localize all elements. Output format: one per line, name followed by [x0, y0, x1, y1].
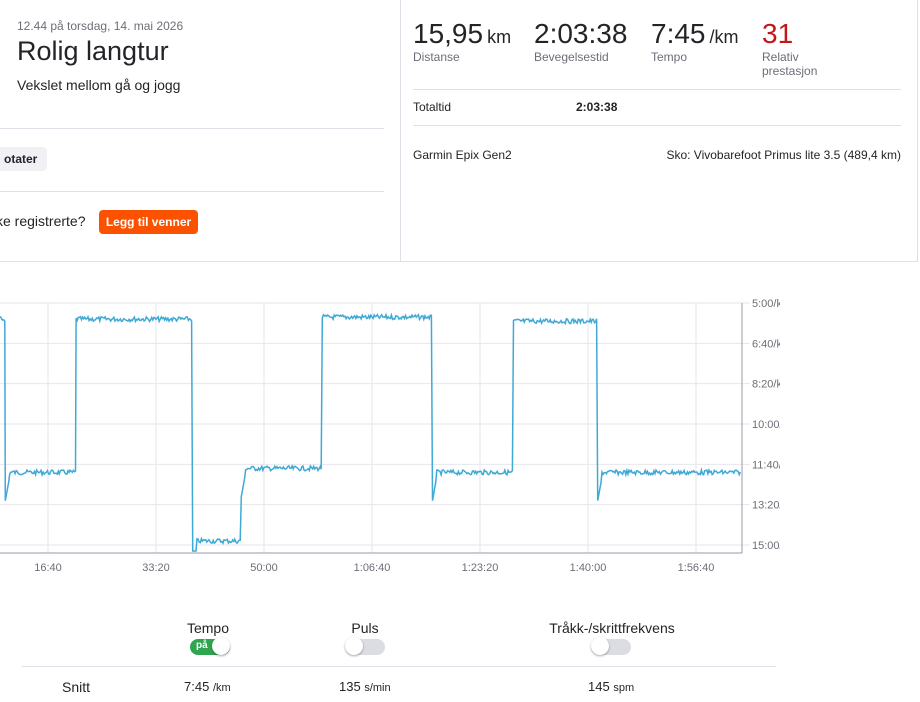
summary-divider [400, 0, 401, 262]
avg-pace-unit: /km [212, 682, 231, 694]
toggle-label-pace: Tempo [186, 620, 230, 636]
toggle-knob [212, 637, 230, 655]
avg-cadence-value: 145 [588, 679, 610, 694]
avg-pace: 7:45 /km [184, 679, 231, 694]
x-tick-label: 33:20 [142, 562, 170, 574]
toggle-label-hr: Puls [351, 620, 379, 636]
stat-unit: km [487, 27, 512, 47]
x-tick-label: 1:06:40 [354, 562, 391, 574]
y-tick-label: 8:20/km [752, 379, 780, 391]
activity-date: 12.44 på torsdag, 14. mai 2026 [17, 19, 184, 33]
y-tick-label: 11:40/km [752, 459, 780, 471]
x-axis-labels: 16:40 33:20 50:00 1:06:40 1:23:20 1:40:00 1:56… [34, 562, 714, 574]
pace-toggle[interactable]: på [190, 637, 230, 655]
y-tick-label: 13:20/km [752, 500, 780, 512]
total-time-value: 2:03:38 [576, 100, 618, 114]
avg-cadence-unit: spm [613, 682, 635, 694]
x-tick-label: 16:40 [34, 562, 62, 574]
stat-unit: /km [709, 27, 739, 47]
stat-value: 15,95 [413, 18, 484, 49]
avg-heart-rate: 135 s/min [339, 679, 391, 694]
y-tick-label: 5:00/km [752, 298, 780, 310]
divider [0, 191, 384, 192]
avg-hr-unit: s/min [364, 682, 391, 694]
y-tick-label: 10:00/km [752, 419, 780, 431]
x-tick-label: 50:00 [250, 562, 278, 574]
pace-chart[interactable]: 5:00/km 6:40/km 8:20/km 10:00/km 11:40/km 13:… [0, 290, 780, 580]
tag-chip[interactable]: otater [0, 147, 48, 171]
device-name: Garmin Epix Gen2 [413, 148, 512, 162]
toggle-label-cadence: Tråkk-/skrittfrekvens [549, 620, 675, 636]
stat-value: 31 [762, 18, 794, 49]
total-time-label: Totaltid [413, 100, 452, 114]
x-tick-label: 1:40:00 [570, 562, 607, 574]
stat-value: 7:45 [651, 18, 706, 49]
avg-pace-value: 7:45 [184, 679, 210, 694]
divider [22, 666, 776, 667]
stat-relative-effort[interactable]: 31 Relativ prestasjon [762, 18, 842, 78]
stat-moving-time: 2:03:38 Bevegelsestid [534, 18, 627, 64]
stat-pace: 7:45/km Tempo [651, 18, 739, 64]
divider [413, 125, 901, 126]
heart-rate-toggle[interactable] [345, 637, 385, 655]
pace-series-line [0, 312, 741, 552]
averages-label: Snitt [62, 679, 91, 695]
stat-label: Tempo [651, 50, 688, 64]
y-axis-labels: 5:00/km 6:40/km 8:20/km 10:00/km 11:40/km 13:… [752, 298, 780, 552]
toggle-knob [345, 637, 363, 655]
avg-cadence: 145 spm [588, 679, 634, 694]
toggle-knob [591, 637, 609, 655]
stat-value: 2:03:38 [534, 18, 628, 49]
stat-label: Relativ prestasjon [762, 50, 818, 78]
stat-distance: 15,95 km Distanse [413, 18, 511, 64]
y-tick-label: 15:00/km [752, 540, 780, 552]
avg-hr-value: 135 [339, 679, 361, 694]
divider [413, 89, 901, 90]
stat-label: Bevegelsestid [534, 50, 609, 64]
add-friends-button[interactable]: Legg til venner [99, 210, 198, 234]
x-tick-label: 1:23:20 [462, 562, 499, 574]
cadence-toggle[interactable] [591, 637, 631, 655]
divider [0, 128, 384, 129]
y-tick-label: 6:40/km [752, 338, 780, 350]
activity-description: Vekslet mellom gå og jogg [17, 77, 181, 93]
toggle-on-text: på [196, 640, 208, 651]
activity-title: Rolig langtur [17, 36, 169, 66]
friends-question: ke registrerte? [0, 213, 86, 229]
stat-label: Distanse [413, 50, 460, 64]
x-tick-label: 1:56:40 [678, 562, 715, 574]
shoes-info[interactable]: Sko: Vivobarefoot Primus lite 3.5 (489,4… [666, 148, 901, 162]
chart-grid [0, 302, 750, 554]
